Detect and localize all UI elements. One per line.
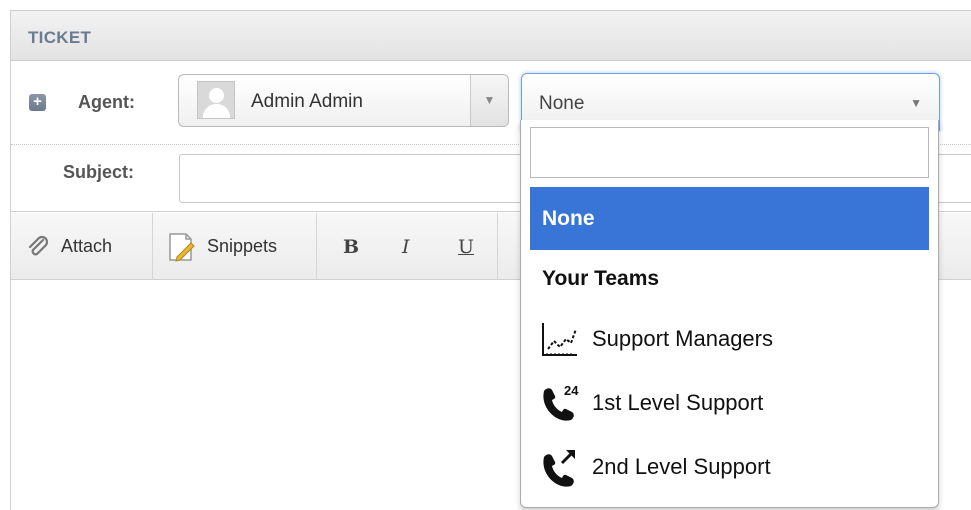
paperclip-icon [28, 235, 49, 255]
team-option-label: Support Managers [592, 326, 773, 351]
user-avatar-icon [197, 81, 235, 119]
agent-selected-value: Admin Admin [251, 91, 363, 112]
underline-label: U [458, 235, 475, 258]
panel-title: TICKET [28, 28, 92, 47]
team-dropdown: None Your Teams Support Managers 24 1st … [520, 120, 939, 508]
phone-forward-icon [543, 449, 576, 487]
attach-button[interactable]: Attach [25, 213, 112, 280]
team-selected-value: None [539, 93, 585, 114]
italic-button[interactable]: I [402, 213, 410, 280]
italic-label: I [402, 235, 410, 258]
phone-24-icon: 24 [543, 383, 579, 421]
team-option-2nd-level[interactable]: 2nd Level Support [538, 444, 771, 490]
team-option-label: 2nd Level Support [592, 454, 771, 479]
bold-button[interactable]: B [343, 213, 359, 280]
underline-button[interactable]: U [458, 213, 474, 280]
team-option-none[interactable]: None [530, 187, 929, 250]
team-option-support-managers[interactable]: Support Managers [538, 316, 773, 362]
snippets-button[interactable]: Snippets [167, 213, 277, 280]
line-chart-icon [542, 323, 577, 356]
agent-select[interactable]: Admin Admin ▼ [178, 74, 509, 127]
bold-label: B [343, 235, 360, 258]
team-search-input[interactable] [530, 127, 929, 178]
team-option-label: 1st Level Support [592, 390, 764, 415]
team-option-1st-level[interactable]: 24 1st Level Support [538, 380, 763, 426]
team-group-label: Your Teams [542, 267, 660, 290]
plus-square-icon[interactable]: + [29, 94, 46, 111]
snippets-label: Snippets [207, 236, 278, 256]
subject-label: Subject: [63, 162, 135, 182]
chevron-down-icon[interactable]: ▼ [910, 96, 922, 110]
panel-header: TICKET [11, 11, 971, 61]
agent-label: Agent: [78, 92, 135, 112]
chevron-down-icon[interactable]: ▼ [470, 75, 508, 126]
note-pencil-icon [169, 232, 195, 262]
attach-label: Attach [61, 236, 113, 256]
svg-text:24: 24 [564, 383, 579, 398]
